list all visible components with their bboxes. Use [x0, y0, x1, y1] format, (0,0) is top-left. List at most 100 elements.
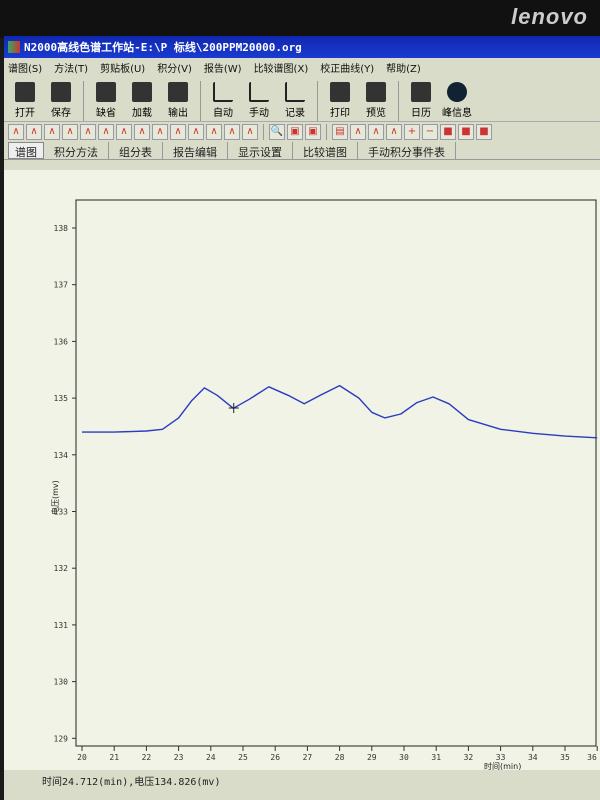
peak-tool-button[interactable]: + — [404, 124, 420, 140]
auto-integrate-icon — [213, 82, 233, 102]
y-axis-label: 电压(mv) — [50, 480, 60, 515]
peak-tool-button[interactable]: ∧ — [26, 124, 42, 140]
open-folder-icon — [15, 82, 35, 102]
toolbar-label: 峰信息 — [442, 108, 472, 119]
y-tick-label: 138 — [54, 224, 69, 233]
toolbar-button-manual-integrate[interactable]: 手动 — [242, 77, 276, 121]
peak-tool-button[interactable]: ∧ — [152, 124, 168, 140]
tab-bar: 谱图 积分方法 组分表 报告编辑 显示设置 比较谱图 手动积分事件表 — [4, 142, 600, 160]
info-icon — [447, 82, 467, 102]
menu-item[interactable]: 方法(T) — [54, 60, 88, 75]
x-tick-label: 34 — [528, 753, 538, 762]
toolbar-button-printer[interactable]: 打印 — [323, 77, 357, 121]
x-axis-label: 时间(min) — [484, 761, 521, 770]
menu-item[interactable]: 剪贴板(U) — [100, 60, 145, 75]
toolbar-separator — [83, 81, 84, 121]
toolbar-button-export[interactable]: 输出 — [161, 77, 195, 121]
peak-tool-button[interactable]: ▤ — [332, 124, 348, 140]
peak-tool-button[interactable]: ∧ — [188, 124, 204, 140]
menu-item[interactable]: 积分(V) — [157, 60, 192, 75]
menu-item[interactable]: 帮助(Z) — [386, 60, 421, 75]
peak-tool-button[interactable]: 🔍 — [269, 124, 285, 140]
toolbar-button-open-folder[interactable]: 打开 — [8, 77, 42, 121]
menu-bar: 谱图(S) 方法(T) 剪贴板(U) 积分(V) 报告(W) 比较谱图(X) 校正曲线(Y)… — [4, 58, 600, 76]
peak-tool-button[interactable]: ∧ — [206, 124, 222, 140]
peak-tool-button[interactable]: ∧ — [8, 124, 24, 140]
save-icon — [51, 82, 71, 102]
menu-item[interactable]: 报告(W) — [204, 60, 242, 75]
x-tick-label: 30 — [399, 753, 409, 762]
peak-tool-button[interactable]: ∧ — [134, 124, 150, 140]
peak-tool-button[interactable]: ∧ — [386, 124, 402, 140]
peak-tool-button[interactable]: ■ — [458, 124, 474, 140]
toolbar-separator — [398, 81, 399, 121]
app-window: N2000高线色谱工作站-E:\P 标线\200PPM20000.org 谱图(… — [4, 36, 600, 800]
x-tick-label: 35 — [560, 753, 570, 762]
record-icon — [285, 82, 305, 102]
y-tick-label: 136 — [54, 337, 69, 346]
peak-tool-button[interactable]: ■ — [440, 124, 456, 140]
toolbar-label: 输出 — [168, 108, 188, 119]
peak-tool-button[interactable]: ∧ — [242, 124, 258, 140]
export-icon — [168, 82, 188, 102]
x-tick-label: 31 — [431, 753, 441, 762]
tab-0[interactable]: 谱图 — [8, 142, 44, 159]
y-tick-label: 131 — [54, 621, 69, 630]
tab-4[interactable]: 显示设置 — [228, 142, 293, 159]
title-bar: N2000高线色谱工作站-E:\P 标线\200PPM20000.org — [4, 36, 600, 58]
peak-tool-button[interactable]: ∧ — [62, 124, 78, 140]
tab-6[interactable]: 手动积分事件表 — [358, 142, 456, 159]
toolbar-button-calendar[interactable]: 日历 — [404, 77, 438, 121]
document-icon — [96, 82, 116, 102]
tab-5[interactable]: 比较谱图 — [293, 142, 358, 159]
menu-item[interactable]: 谱图(S) — [8, 60, 42, 75]
cursor-readout: 时间24.712(min),电压134.826(mv) — [42, 777, 221, 788]
x-tick-label: 32 — [464, 753, 474, 762]
peak-tool-button[interactable]: − — [422, 124, 438, 140]
y-tick-label: 129 — [54, 734, 69, 743]
tab-2[interactable]: 组分表 — [109, 142, 163, 159]
x-tick-label: 28 — [335, 753, 345, 762]
peak-tool-button[interactable]: ▣ — [287, 124, 303, 140]
menu-item[interactable]: 比较谱图(X) — [254, 60, 309, 75]
toolbar-button-info[interactable]: 峰信息 — [440, 77, 474, 121]
toolbar-label: 缺省 — [96, 108, 116, 119]
toolbar-button-load[interactable]: 加载 — [125, 77, 159, 121]
x-tick-label: 21 — [109, 753, 119, 762]
peak-tool-button[interactable]: ∧ — [224, 124, 240, 140]
toolbar-label: 保存 — [51, 108, 71, 119]
x-tick-label: 36 — [587, 753, 597, 762]
toolbar-label: 加载 — [132, 108, 152, 119]
toolbar-button-preview[interactable]: 预览 — [359, 77, 393, 121]
tab-1[interactable]: 积分方法 — [44, 142, 109, 159]
toolbar-button-save[interactable]: 保存 — [44, 77, 78, 121]
chromatogram-plot[interactable]: 129 130 131 132 133 134 135 136 137 138 20 21 22 23 24… — [4, 170, 600, 771]
peak-tool-button[interactable]: ∧ — [350, 124, 366, 140]
peak-tool-button[interactable]: ▣ — [305, 124, 321, 140]
peak-tool-button[interactable]: ∧ — [98, 124, 114, 140]
tab-3[interactable]: 报告编辑 — [163, 142, 228, 159]
toolbar-label: 自动 — [213, 108, 233, 119]
app-icon — [8, 41, 20, 53]
peak-tool-button[interactable]: ∧ — [80, 124, 96, 140]
toolbar-separator — [326, 124, 327, 140]
printer-icon — [330, 82, 350, 102]
menu-item[interactable]: 校正曲线(Y) — [320, 60, 374, 75]
toolbar-label: 日历 — [411, 108, 431, 119]
x-tick-label: 22 — [142, 753, 152, 762]
peak-tool-button[interactable]: ∧ — [116, 124, 132, 140]
toolbar-button-record[interactable]: 记录 — [278, 77, 312, 121]
brand-logo: lenovo — [511, 4, 588, 29]
calendar-icon — [411, 82, 431, 102]
peak-tool-button[interactable]: ■ — [476, 124, 492, 140]
toolbar-button-document[interactable]: 缺省 — [89, 77, 123, 121]
peak-tool-button[interactable]: ∧ — [44, 124, 60, 140]
x-tick-label: 26 — [270, 753, 280, 762]
window-title: N2000高线色谱工作站-E:\P 标线\200PPM20000.org — [24, 41, 302, 54]
peak-tool-button[interactable]: ∧ — [170, 124, 186, 140]
main-toolbar: 打开 保存 缺省 加载 输出 自动 手动 记录 打印 预览 日历 峰信息 — [4, 76, 600, 122]
toolbar-button-auto-integrate[interactable]: 自动 — [206, 77, 240, 121]
peak-tool-button[interactable]: ∧ — [368, 124, 384, 140]
x-tick-label: 24 — [206, 753, 216, 762]
x-tick-label: 25 — [238, 753, 248, 762]
